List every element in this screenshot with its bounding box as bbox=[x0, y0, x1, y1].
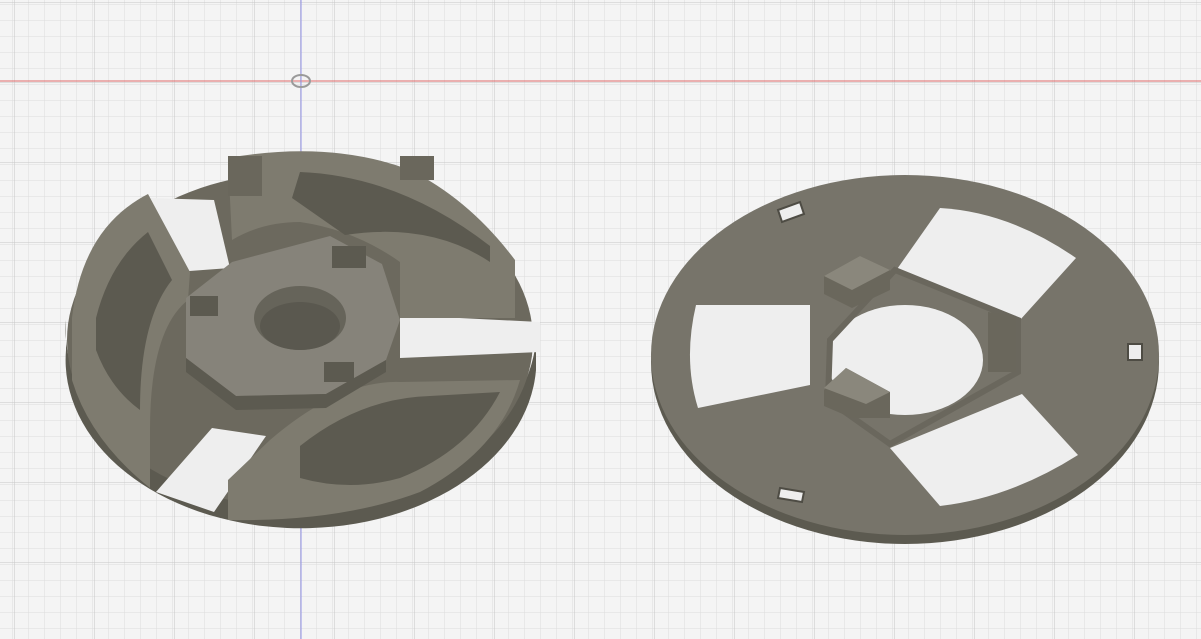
hub-notch-4 bbox=[228, 156, 262, 196]
flange-tab-right bbox=[988, 312, 1016, 372]
hub-notch-3 bbox=[324, 362, 354, 382]
design-canvas[interactable] bbox=[0, 0, 1201, 639]
hub-notch-5 bbox=[400, 156, 434, 180]
canvas-viewport[interactable] bbox=[0, 0, 1201, 639]
hub-notch-2 bbox=[332, 246, 366, 268]
hub-notch-1 bbox=[190, 296, 218, 316]
hub-center-hole-inner bbox=[260, 302, 340, 350]
spool-flange-plate[interactable] bbox=[651, 175, 1159, 544]
flange-slot-right bbox=[1127, 343, 1143, 361]
hub-gap-right bbox=[400, 315, 540, 358]
